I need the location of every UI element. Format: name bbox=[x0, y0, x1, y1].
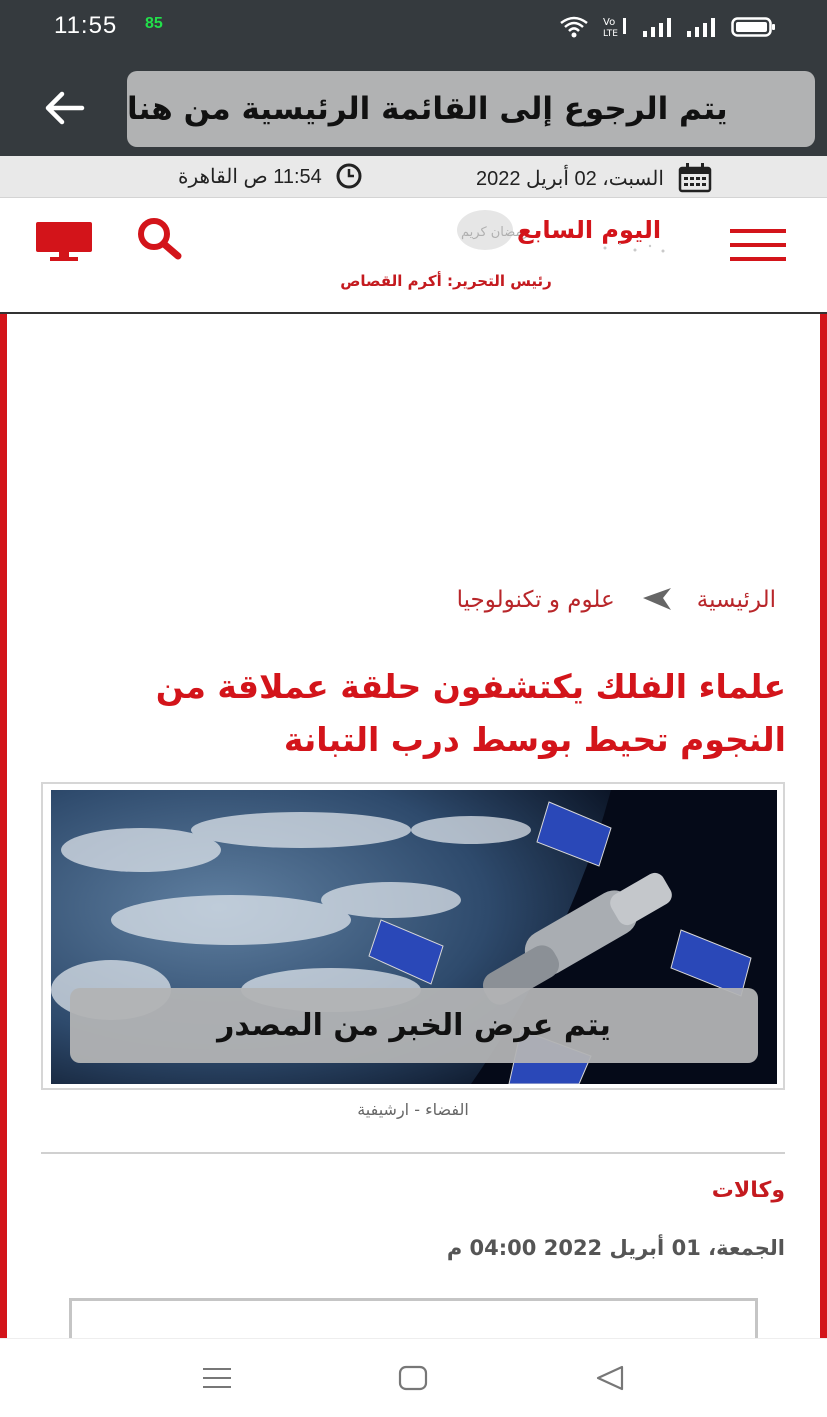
time-text: 11:54 ص القاهرة bbox=[178, 165, 322, 188]
arrow-left-icon bbox=[45, 91, 85, 125]
battery-saver-badge: 85 bbox=[145, 15, 163, 32]
status-bar: 11:55 85 Vo LTE bbox=[0, 0, 827, 56]
svg-text:Vo: Vo bbox=[603, 17, 615, 28]
back-nav-button[interactable] bbox=[594, 1363, 628, 1393]
source-overlay-button[interactable]: يتم عرض الخبر من المصدر bbox=[70, 988, 758, 1063]
image-caption: الفضاء - ارشيفية bbox=[357, 1100, 469, 1119]
search-icon bbox=[138, 218, 182, 260]
svg-text:LTE: LTE bbox=[603, 29, 618, 38]
time-group: 11:54 ص القاهرة bbox=[178, 163, 364, 189]
divider bbox=[41, 1152, 785, 1154]
date-bar: السبت، 02 أبريل 2022 11:54 ص القاهرة bbox=[0, 156, 827, 198]
clock-icon bbox=[336, 163, 362, 189]
volte-icon: VoLTE bbox=[603, 17, 626, 38]
back-triangle-icon bbox=[596, 1365, 624, 1391]
system-nav-bar bbox=[0, 1338, 827, 1417]
signal-icon bbox=[643, 18, 671, 37]
logo-mark: رمضان كريم اليوم السابع bbox=[457, 210, 665, 253]
status-time: 11:55 bbox=[54, 12, 118, 39]
menu-button[interactable] bbox=[730, 229, 786, 261]
hamburger-icon bbox=[730, 229, 786, 261]
back-button[interactable] bbox=[38, 86, 90, 130]
site-logo[interactable]: رمضان كريم اليوم السابع bbox=[455, 208, 675, 258]
monitor-icon bbox=[36, 222, 92, 261]
frame-border-left bbox=[0, 314, 7, 1338]
breadcrumb-section[interactable]: علوم و تكنولوجيا bbox=[457, 587, 615, 613]
date-text: السبت، 02 أبريل 2022 bbox=[476, 167, 664, 190]
search-button[interactable] bbox=[134, 216, 184, 260]
frame-border-right bbox=[820, 314, 827, 1338]
date-group: السبت، 02 أبريل 2022 bbox=[476, 163, 712, 193]
editor-in-chief: رئيس التحرير: أكرم القصاص bbox=[340, 272, 552, 290]
logo-text: اليوم السابع bbox=[517, 216, 661, 244]
status-icons: Vo LTE bbox=[559, 16, 777, 38]
desktop-view-button[interactable] bbox=[34, 220, 94, 262]
site-header: رمضان كريم اليوم السابع رئيس التحرير: أك… bbox=[0, 198, 827, 314]
signal-icon bbox=[687, 18, 715, 37]
home-icon bbox=[398, 1365, 428, 1391]
article-headline: علماء الفلك يكتشفون حلقة عملاقة من النجو… bbox=[155, 667, 786, 759]
publish-date: الجمعة، 01 أبريل 2022 04:00 م bbox=[446, 1236, 785, 1260]
calendar-icon bbox=[678, 163, 712, 193]
breadcrumb-arrow-icon bbox=[642, 588, 671, 610]
app-bar: يتم الرجوع إلى القائمة الرئيسية من هنا bbox=[0, 56, 827, 156]
battery-icon bbox=[731, 17, 775, 37]
home-button[interactable] bbox=[396, 1363, 430, 1393]
recent-apps-button[interactable] bbox=[200, 1363, 234, 1393]
breadcrumb-home[interactable]: الرئيسية bbox=[697, 587, 776, 613]
article-source[interactable]: وكالات bbox=[500, 1178, 785, 1203]
breadcrumb: الرئيسية علوم و تكنولوجيا bbox=[356, 580, 776, 620]
back-notice-banner[interactable]: يتم الرجوع إلى القائمة الرئيسية من هنا bbox=[127, 71, 815, 147]
recent-apps-icon bbox=[203, 1368, 231, 1388]
wifi-icon bbox=[560, 16, 588, 38]
